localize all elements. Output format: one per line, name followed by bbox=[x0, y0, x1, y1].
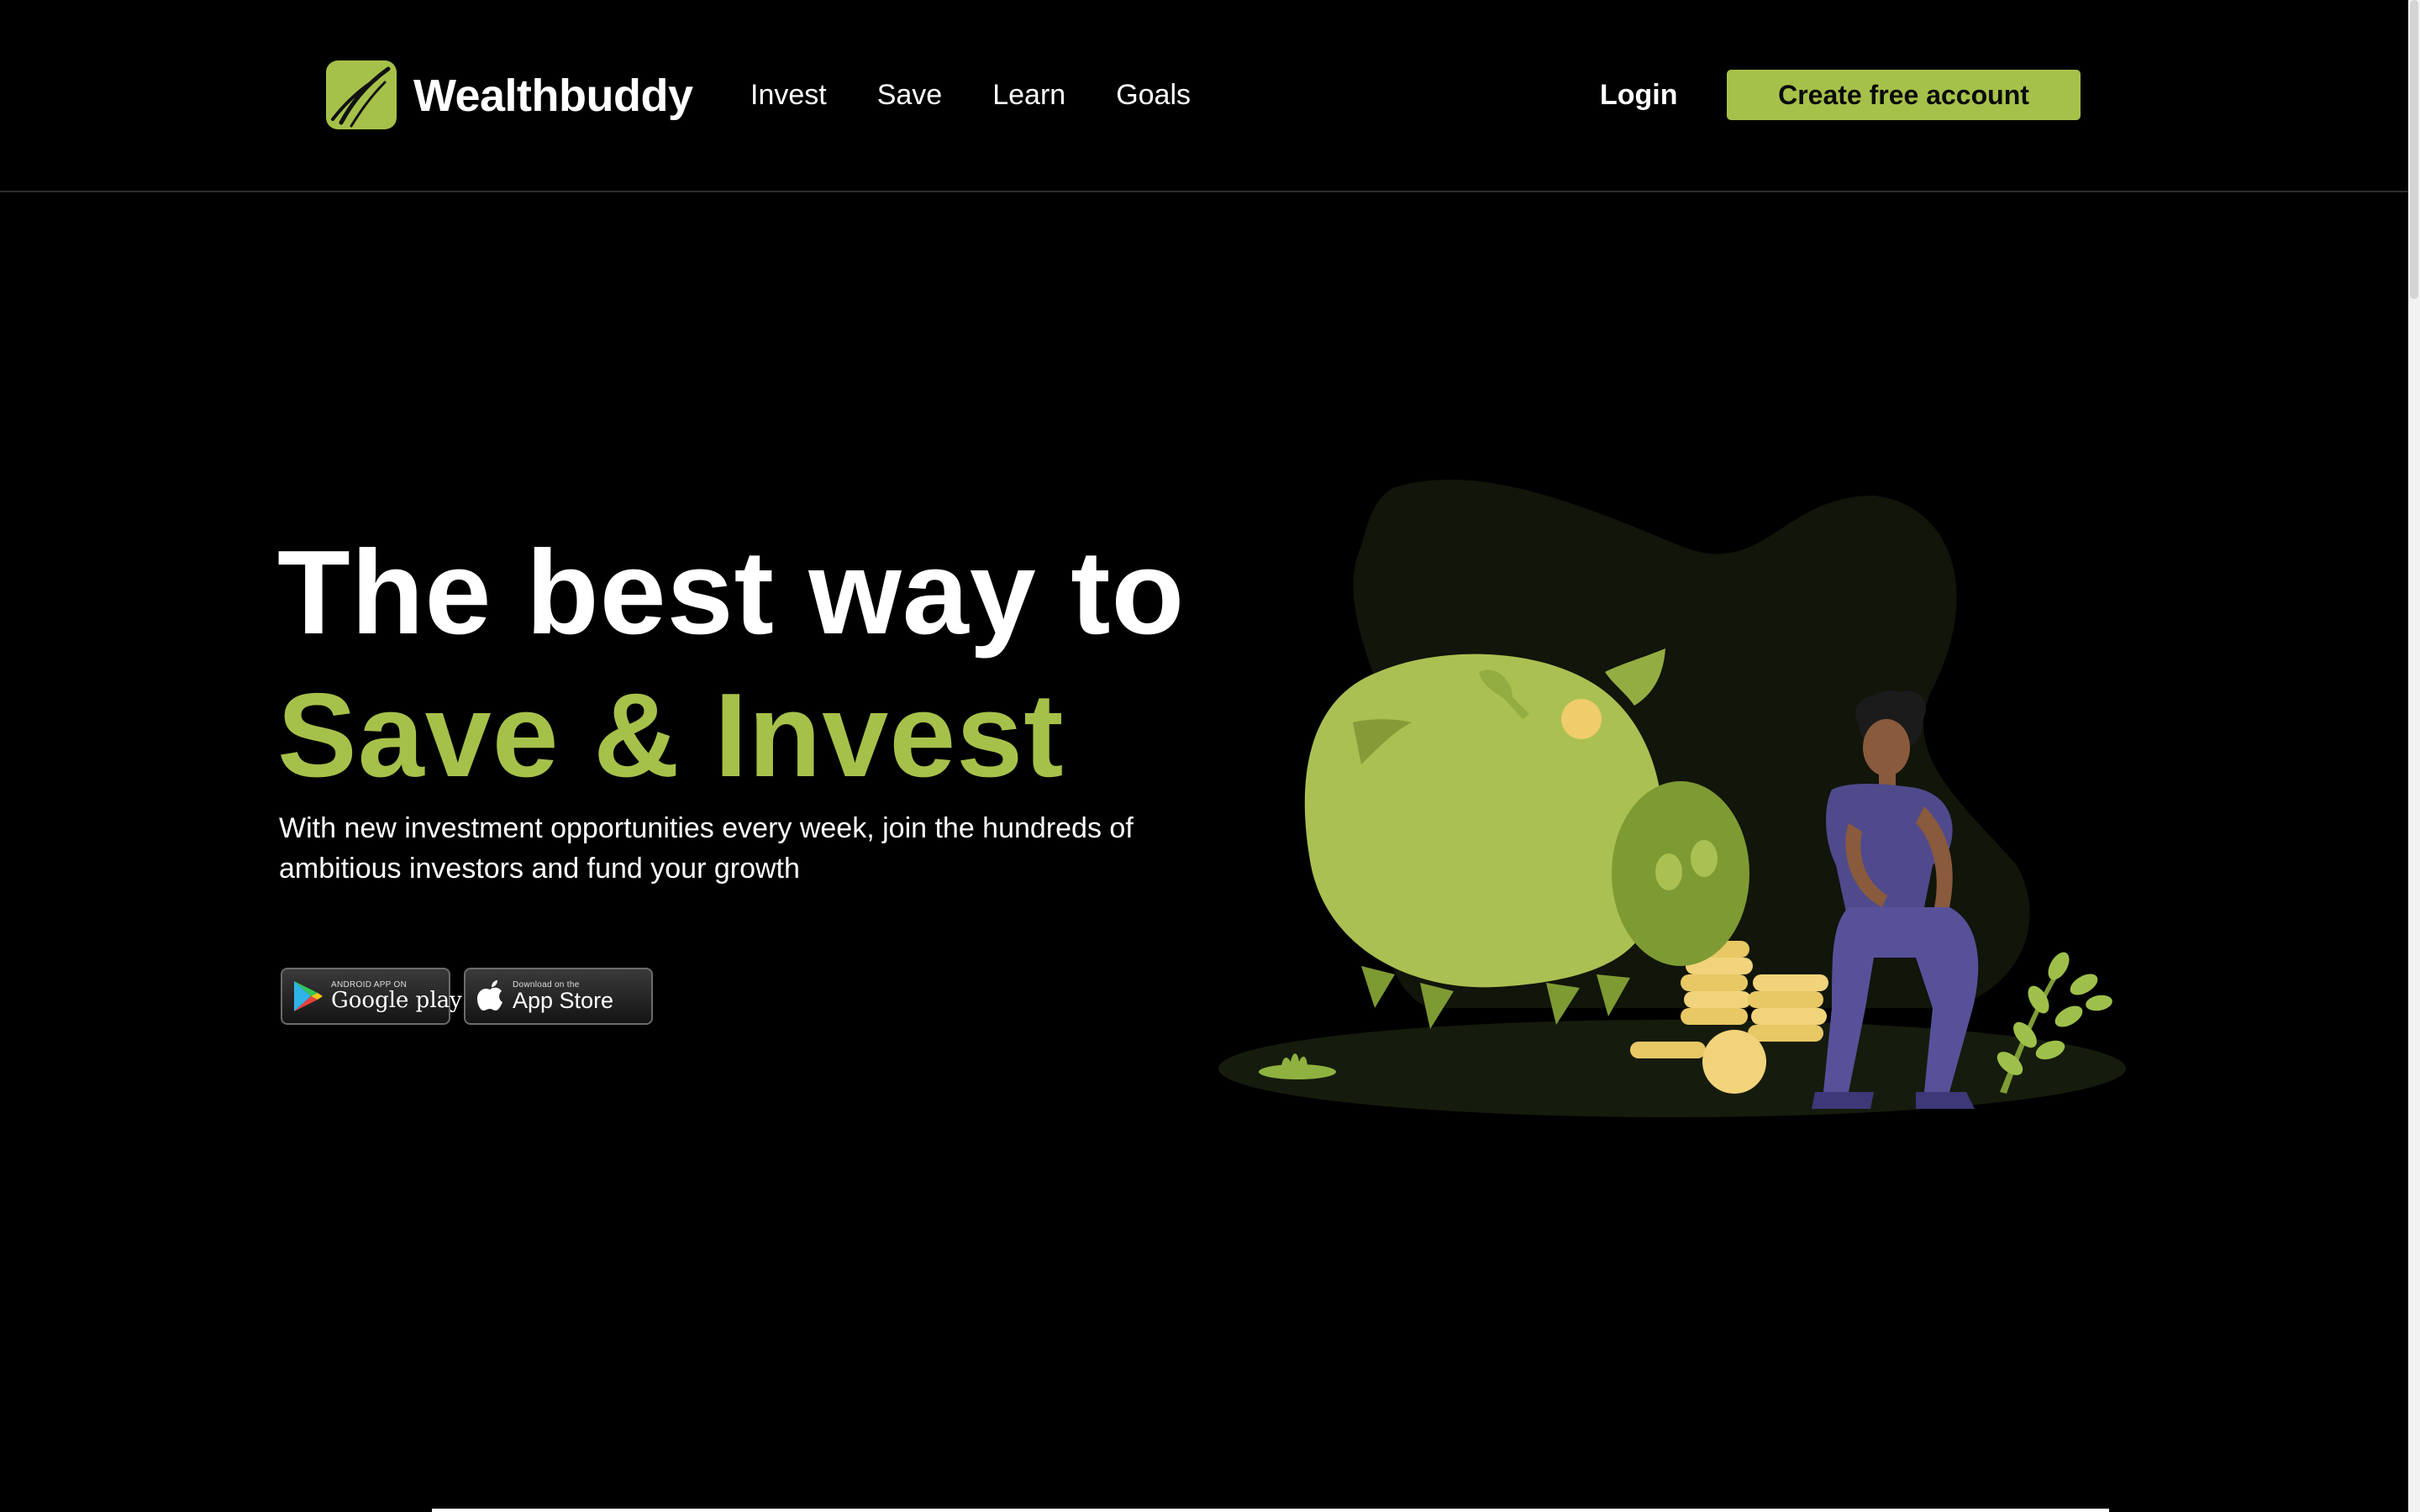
nav-goals[interactable]: Goals bbox=[1116, 74, 1191, 116]
brand-name[interactable]: Wealthbuddy bbox=[413, 71, 693, 121]
main-nav: Invest Save Learn Goals bbox=[750, 74, 1191, 116]
google-badge-big-text: Google play bbox=[331, 988, 462, 1013]
app-store-badge[interactable]: Download on the App Store bbox=[464, 968, 653, 1025]
nav-save[interactable]: Save bbox=[877, 74, 943, 116]
next-section-edge bbox=[432, 1509, 2109, 1512]
hero-title-line1: The best way to bbox=[277, 526, 1186, 659]
hero-subtitle: With new investment opportunities every … bbox=[279, 812, 1134, 885]
apple-icon bbox=[476, 979, 506, 1014]
login-link[interactable]: Login bbox=[1600, 74, 1678, 116]
create-account-button[interactable]: Create free account bbox=[1727, 70, 2081, 120]
google-play-icon bbox=[292, 979, 324, 1013]
piggy-bank-illustration bbox=[1218, 479, 2126, 1117]
site-header: Wealthbuddy Invest Save Learn Goals Logi… bbox=[0, 0, 2408, 192]
ground-shadow bbox=[1218, 1020, 2126, 1117]
nav-learn[interactable]: Learn bbox=[992, 74, 1065, 116]
scrollbar-thumb[interactable] bbox=[2410, 0, 2418, 299]
apple-badge-big-text: App Store bbox=[513, 987, 614, 1013]
google-play-badge[interactable]: ANDROID APP ON Google play bbox=[281, 968, 462, 1025]
wealthbuddy-logo-icon[interactable] bbox=[326, 60, 397, 129]
hero-title-line2: Save & Invest bbox=[277, 669, 1065, 802]
nav-invest[interactable]: Invest bbox=[750, 74, 827, 116]
